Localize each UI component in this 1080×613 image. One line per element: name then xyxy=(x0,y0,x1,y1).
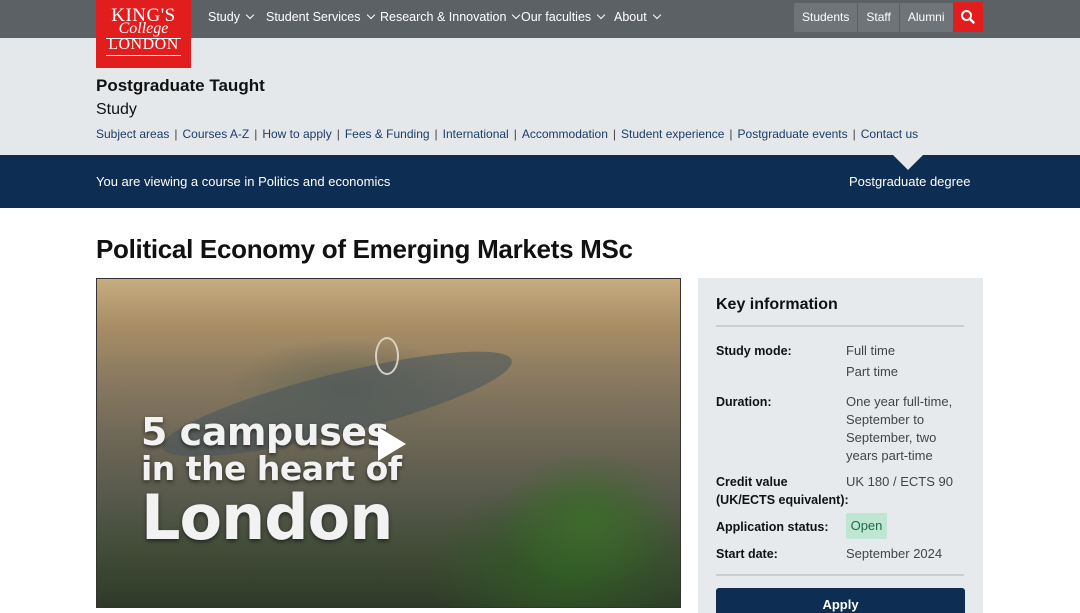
duration-value-line: September to xyxy=(846,412,925,427)
divider xyxy=(716,325,964,327)
separator: | xyxy=(612,127,617,141)
video-caption-line-1: 5 campuses xyxy=(141,410,389,454)
nav-about[interactable]: About xyxy=(614,0,661,34)
duration-label: Duration: xyxy=(716,395,772,409)
apply-button[interactable]: Apply xyxy=(716,588,965,613)
nav-our-faculties-label: Our faculties xyxy=(521,10,592,24)
london-eye-shape xyxy=(375,337,399,375)
credit-value-label: Credit value xyxy=(716,475,788,489)
start-date-label: Start date: xyxy=(716,547,778,561)
nav-our-faculties[interactable]: Our faculties xyxy=(521,0,606,34)
study-mode-value: Part time xyxy=(846,364,899,379)
separator: | xyxy=(336,127,340,141)
subnav-student-experience[interactable]: Student experience xyxy=(621,127,724,141)
separator: | xyxy=(729,127,733,141)
duration-value-line: years part-time xyxy=(846,448,933,463)
subnav-contact-us[interactable]: Contact us xyxy=(861,127,918,141)
subnav-postgraduate-events[interactable]: Postgraduate events xyxy=(738,127,848,141)
nav-study-label: Study xyxy=(208,10,240,24)
logo-line-3: LONDON xyxy=(108,36,179,53)
credit-value: UK 180 / ECTS 90 xyxy=(846,474,953,489)
chevron-down-icon xyxy=(596,10,606,20)
separator: | xyxy=(254,127,258,141)
page-title: Political Economy of Emerging Markets MS… xyxy=(96,234,633,264)
study-mode-value: Full time xyxy=(846,343,896,358)
play-icon[interactable] xyxy=(378,427,406,461)
subnav-international[interactable]: International xyxy=(443,127,509,141)
subnav-fees-funding[interactable]: Fees & Funding xyxy=(345,127,430,141)
subnav-courses-a-z[interactable]: Courses A-Z xyxy=(183,127,250,141)
status-badge: Open xyxy=(846,513,887,539)
subnav-subject-areas[interactable]: Subject areas xyxy=(96,127,169,141)
audience-staff-link[interactable]: Staff xyxy=(858,3,900,32)
study-mode-label: Study mode: xyxy=(716,344,792,358)
nav-research-innovation-label: Research & Innovation xyxy=(380,10,507,24)
separator: | xyxy=(434,127,438,141)
duration-value-line: One year full-time, xyxy=(846,394,953,409)
key-information-panel: Key information Study mode: Full time Pa… xyxy=(698,278,983,613)
video-caption-line-3: London xyxy=(141,481,393,554)
key-information-title: Key information xyxy=(716,296,838,313)
section-subnav: Subject areas | Courses A-Z | How to apply | F… xyxy=(96,127,918,141)
audience-students-link[interactable]: Students xyxy=(794,3,859,32)
separator: | xyxy=(174,127,178,141)
chevron-down-icon xyxy=(512,10,521,20)
separator: | xyxy=(852,127,856,141)
context-degree-type: Postgraduate degree xyxy=(849,174,971,189)
application-status-label: Application status: xyxy=(716,520,829,534)
duration-value-line: September, two xyxy=(846,430,937,445)
nav-student-services-label: Student Services xyxy=(266,10,361,24)
subnav-accommodation[interactable]: Accommodation xyxy=(522,127,608,141)
section-title: Postgraduate Taught xyxy=(96,76,265,95)
logo-rule xyxy=(106,55,181,56)
nav-research-innovation[interactable]: Research & Innovation xyxy=(380,0,521,34)
audience-links: Students Staff Alumni xyxy=(794,3,953,32)
divider xyxy=(716,574,964,576)
kings-college-london-logo[interactable]: KING'S College LONDON xyxy=(96,0,191,68)
nav-study[interactable]: Study xyxy=(208,0,255,34)
start-date-value: September 2024 xyxy=(846,546,943,561)
chevron-down-icon xyxy=(366,10,375,20)
subnav-how-to-apply[interactable]: How to apply xyxy=(262,127,331,141)
audience-alumni-link[interactable]: Alumni xyxy=(900,3,953,32)
chevron-down-icon xyxy=(245,10,255,20)
course-video[interactable]: 5 campuses in the heart of London xyxy=(96,278,681,608)
active-indicator-notch xyxy=(893,155,923,170)
section-subtitle: Study xyxy=(96,101,137,118)
nav-student-services[interactable]: Student Services xyxy=(266,0,375,34)
nav-about-label: About xyxy=(614,10,647,24)
separator: | xyxy=(513,127,517,141)
search-button[interactable] xyxy=(953,2,983,32)
credit-value-label: (UK/ECTS equivalent): xyxy=(716,493,849,507)
chevron-down-icon xyxy=(652,10,661,20)
context-subject-text: You are viewing a course in Politics and… xyxy=(96,174,391,189)
search-icon xyxy=(961,10,975,24)
